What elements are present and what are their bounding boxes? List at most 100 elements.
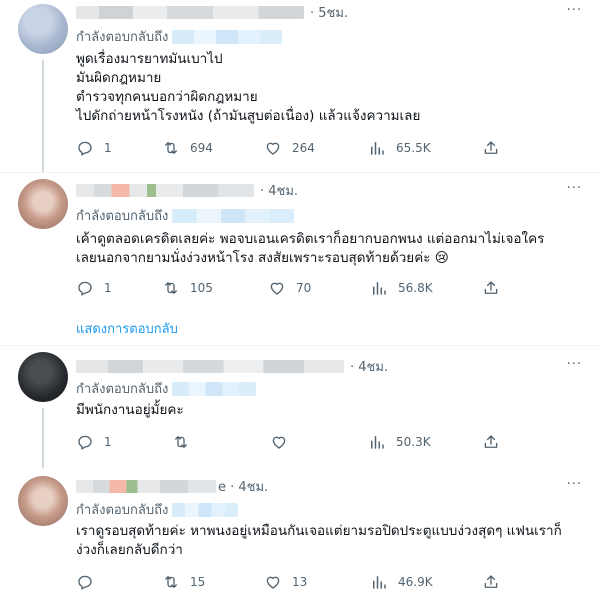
avatar[interactable] xyxy=(18,179,68,229)
view-count: 65.5K xyxy=(396,141,431,155)
timestamp[interactable]: · 4ชม. xyxy=(260,180,298,201)
tweet-line: เลยนอกจากยามนั่งง่วงหน้าโรง สงสัยเพราะรอ… xyxy=(76,250,449,266)
retweet-button[interactable] xyxy=(172,432,200,452)
author-name[interactable] xyxy=(76,359,344,373)
like-button[interactable]: 70 xyxy=(268,278,311,298)
replying-to-handle[interactable] xyxy=(172,381,257,396)
tweet-line: มีพนักงานอยู่มั้ยคะ xyxy=(76,402,184,418)
view-count: 50.3K xyxy=(396,435,431,449)
views-button[interactable]: 50.3K xyxy=(368,432,431,452)
tweet-3[interactable]: · 4ชม. ··· กำลังตอบกลับถึง มีพนักงานอยู่… xyxy=(0,346,600,468)
avatar[interactable] xyxy=(18,476,68,526)
more-options-icon[interactable]: ··· xyxy=(567,357,582,372)
like-button[interactable] xyxy=(270,432,298,452)
action-bar: 1 694 264 65.5K xyxy=(76,138,516,158)
views-button[interactable]: 56.8K xyxy=(370,278,433,298)
timestamp[interactable]: · 5ชม. xyxy=(310,2,348,23)
retweet-button[interactable]: 105 xyxy=(162,278,213,298)
replying-to-label: กำลังตอบกลับถึง xyxy=(76,382,169,397)
tweet-text: มีพนักงานอยู่มั้ยคะ xyxy=(76,401,586,420)
replying-to-handle[interactable] xyxy=(172,29,283,44)
retweet-icon xyxy=(175,436,187,448)
heart-icon xyxy=(272,436,286,449)
reply-count: 1 xyxy=(104,141,112,155)
tweet-text: พูดเรื่องมารยาทมันเบาไป มันผิดกฎหมาย ตำร… xyxy=(76,50,586,126)
tweet-line: ไปดักถ่ายหน้าโรงหนัง (ถ้ามันสูบต่อเนื่อง… xyxy=(76,108,421,124)
author-row: · 4ชม. xyxy=(76,356,388,376)
action-bar: 15 13 46.9K xyxy=(76,572,516,592)
like-count: 13 xyxy=(292,575,308,589)
reply-button[interactable] xyxy=(76,572,104,592)
avatar[interactable] xyxy=(18,352,68,402)
reply-count: 1 xyxy=(104,435,112,449)
reply-icon xyxy=(78,575,92,590)
views-button[interactable]: 65.5K xyxy=(368,138,431,158)
replying-to-label: กำลังตอบกลับถึง xyxy=(76,30,169,45)
like-button[interactable]: 264 xyxy=(264,138,315,158)
replying-to: กำลังตอบกลับถึง xyxy=(76,378,257,399)
heart-icon xyxy=(266,576,280,589)
views-button[interactable]: 46.9K xyxy=(370,572,433,592)
analytics-icon xyxy=(373,282,386,295)
more-options-icon[interactable]: ··· xyxy=(567,181,582,196)
like-button[interactable]: 13 xyxy=(264,572,307,592)
action-bar: 1 105 70 56.8K xyxy=(76,278,516,298)
share-icon xyxy=(484,281,498,294)
analytics-icon xyxy=(371,142,384,155)
action-bar: 1 50.3K xyxy=(76,432,516,452)
avatar[interactable] xyxy=(18,4,68,54)
analytics-icon xyxy=(371,436,384,449)
author-row: · 4ชม. xyxy=(76,180,298,200)
thread-line xyxy=(42,60,44,172)
share-icon xyxy=(484,141,498,154)
retweet-button[interactable]: 15 xyxy=(162,572,205,592)
timestamp[interactable]: · 4ชม. xyxy=(350,356,388,377)
retweet-count: 105 xyxy=(190,281,213,295)
share-icon xyxy=(484,575,498,588)
like-count: 70 xyxy=(296,281,312,295)
replying-to: กำลังตอบกลับถึง xyxy=(76,26,283,47)
retweet-count: 15 xyxy=(190,575,206,589)
reply-icon xyxy=(78,435,92,450)
share-button[interactable] xyxy=(482,432,500,452)
retweet-button[interactable]: 694 xyxy=(162,138,213,158)
reply-button[interactable]: 1 xyxy=(76,432,112,452)
tweet-4[interactable]: e · 4ชม. ··· กำลังตอบกลับถึง เรา​ดูรอบสุ… xyxy=(0,468,600,602)
share-button[interactable] xyxy=(482,138,500,158)
tweet-text: เรา​ดูรอบสุดท้ายค่ะ หาพนงอยู่เหมือนกันเจ… xyxy=(76,522,586,560)
share-button[interactable] xyxy=(482,278,500,298)
more-options-icon[interactable]: ··· xyxy=(567,3,582,18)
author-name[interactable] xyxy=(76,479,216,493)
author-name[interactable] xyxy=(76,5,304,19)
author-name[interactable] xyxy=(76,183,254,197)
timestamp[interactable]: e · 4ชม. xyxy=(218,476,268,497)
reply-count: 1 xyxy=(104,281,112,295)
share-button[interactable] xyxy=(482,572,500,592)
show-replies-link[interactable]: แสดงการตอบกลับ xyxy=(76,318,178,339)
reply-button[interactable]: 1 xyxy=(76,138,112,158)
reply-button[interactable]: 1 xyxy=(76,278,112,298)
tweet-line: พูดเรื่องมารยาทมันเบาไป xyxy=(76,51,223,67)
replying-to-handle[interactable] xyxy=(172,502,239,517)
like-count: 264 xyxy=(292,141,315,155)
author-row: · 5ชม. xyxy=(76,2,348,22)
tweet-text: เค้าดูตลอดเครดิตเลยค่ะ พอจบเอนเครดิตเราก… xyxy=(76,230,586,268)
tweet-line: ตำรวจทุกคนบอกว่าผิดกฎหมาย xyxy=(76,89,258,105)
replying-to-handle[interactable] xyxy=(172,208,295,223)
analytics-icon xyxy=(373,576,386,589)
view-count: 46.9K xyxy=(398,575,433,589)
author-row: e · 4ชม. xyxy=(76,476,268,496)
tweet-line: มันผิดกฎหมาย xyxy=(76,70,162,86)
reply-icon xyxy=(78,141,92,156)
heart-icon xyxy=(266,142,280,155)
tweet-line: เรา​ดูรอบสุดท้ายค่ะ หาพนงอยู่เหมือนกันเจ… xyxy=(76,523,562,539)
view-count: 56.8K xyxy=(398,281,433,295)
replying-to: กำลังตอบกลับถึง xyxy=(76,205,295,226)
more-options-icon[interactable]: ··· xyxy=(567,477,582,492)
retweet-icon xyxy=(165,142,177,154)
tweet-1[interactable]: · 5ชม. ··· กำลังตอบกลับถึง พูดเรื่องมารย… xyxy=(0,0,600,172)
tweet-2[interactable]: · 4ชม. ··· กำลังตอบกลับถึง เค้าดูตลอดเคร… xyxy=(0,173,600,345)
retweet-icon xyxy=(165,282,177,294)
replying-to-label: กำลังตอบกลับถึง xyxy=(76,503,169,518)
heart-icon xyxy=(270,282,284,295)
